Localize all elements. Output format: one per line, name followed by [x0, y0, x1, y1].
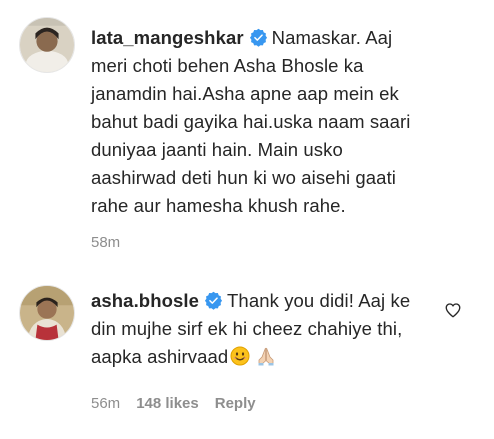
comments-panel: lata_mangeshkar Namaskar. Aaj meri choti … — [0, 0, 494, 439]
comment-username[interactable]: asha.bhosle — [91, 290, 199, 311]
reply-button[interactable]: Reply — [215, 395, 256, 412]
comment-meta: 56m 148 likes Reply — [91, 395, 256, 412]
comment-username[interactable]: lata_mangeshkar — [91, 27, 244, 48]
comment-body: lata_mangeshkar Namaskar. Aaj meri choti … — [91, 24, 431, 220]
like-heart-icon[interactable] — [444, 301, 462, 319]
avatar-image — [20, 18, 74, 72]
avatar-image — [20, 286, 74, 340]
comment-text: Namaskar. Aaj meri choti behen Asha Bhos… — [91, 27, 411, 216]
comment-timestamp[interactable]: 58m — [91, 234, 120, 251]
verified-badge-icon — [204, 291, 223, 310]
verified-badge-icon — [249, 28, 268, 47]
avatar[interactable] — [19, 17, 75, 73]
folded-hands-icon — [256, 346, 276, 366]
comment-body: asha.bhosle Thank you didi! Aaj ke din mu… — [91, 287, 426, 371]
avatar[interactable] — [19, 285, 75, 341]
comment-timestamp[interactable]: 56m — [91, 395, 120, 412]
comment-meta: 58m — [91, 234, 120, 251]
likes-count[interactable]: 148 likes — [136, 395, 199, 412]
smiling-face-icon — [230, 346, 250, 366]
